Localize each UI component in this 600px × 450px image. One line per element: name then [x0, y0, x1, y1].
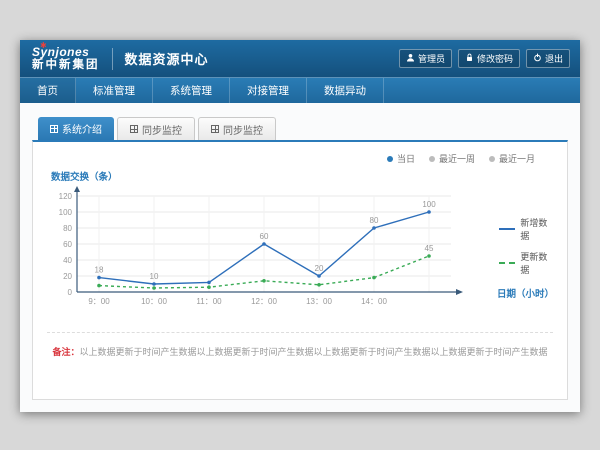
change-password-button[interactable]: 修改密码	[458, 49, 520, 68]
svg-text:60: 60	[260, 232, 269, 241]
footnote-prefix: 备注：	[52, 347, 79, 357]
nav-item-standard-mgmt[interactable]: 标准管理	[76, 78, 153, 103]
solid-line-icon	[499, 228, 515, 230]
chart-row: 0 20 40 60 80 100 120 9：00 10：00 11：00 12：00 13：00 1…	[47, 186, 553, 316]
legend-updated-data-label: 更新数据	[520, 250, 553, 276]
filter-last-month-label: 最近一月	[499, 152, 535, 165]
line-chart: 0 20 40 60 80 100 120 9：00 10：00 11：00 12：00 13：00 1…	[47, 186, 497, 316]
nav-item-data-change[interactable]: 数据异动	[307, 78, 384, 103]
svg-text:9：00: 9：00	[88, 297, 110, 306]
footnote: 备注：以上数据更新于时间产生数据以上数据更新于时间产生数据以上数据更新于时间产生…	[47, 332, 553, 358]
filter-today[interactable]: 当日	[387, 152, 415, 165]
svg-text:45: 45	[425, 244, 434, 253]
svg-text:20: 20	[315, 264, 324, 273]
grid-icon	[50, 125, 58, 133]
radio-dot-icon	[387, 156, 393, 162]
chart-legend: 新增数据 更新数据	[499, 216, 553, 276]
header-divider	[112, 48, 113, 70]
admin-button-label: 管理员	[418, 52, 445, 65]
svg-text:60: 60	[63, 240, 72, 249]
app-header: ✱ Synjones 新中新集团 数据资源中心 管理员 修改密码	[20, 40, 580, 77]
legend-updated-data[interactable]: 更新数据	[499, 250, 553, 276]
tab-system-intro[interactable]: 系统介绍	[38, 117, 114, 140]
svg-text:0: 0	[68, 288, 73, 297]
svg-text:10：00: 10：00	[141, 297, 167, 306]
main-nav: 首页 标准管理 系统管理 对接管理 数据异动	[20, 77, 580, 103]
tab-sync-monitor-1-label: 同步监控	[142, 122, 182, 137]
chart-side-column: 新增数据 更新数据 日期（小时）	[497, 186, 553, 316]
logout-button[interactable]: 退出	[526, 49, 570, 68]
radio-dot-icon	[489, 156, 495, 162]
lock-icon	[465, 53, 474, 64]
filter-today-label: 当日	[397, 152, 415, 165]
x-axis-title: 日期（小时）	[497, 286, 554, 300]
header-actions: 管理员 修改密码 退出	[399, 49, 570, 68]
admin-button[interactable]: 管理员	[399, 49, 452, 68]
radio-dot-icon	[429, 156, 435, 162]
time-range-filters: 当日 最近一周 最近一月	[47, 152, 535, 165]
nav-item-home[interactable]: 首页	[20, 78, 76, 103]
tab-sync-monitor-2[interactable]: 同步监控	[198, 117, 276, 140]
logo-star-icon: ✱	[40, 42, 47, 51]
grid-icon	[211, 125, 219, 133]
svg-text:12：00: 12：00	[251, 297, 277, 306]
footnote-text: 以上数据更新于时间产生数据以上数据更新于时间产生数据以上数据更新于时间产生数据以…	[80, 347, 548, 357]
brand-name-cn: 新中新集团	[32, 59, 100, 72]
legend-new-data[interactable]: 新增数据	[499, 216, 553, 242]
svg-text:80: 80	[370, 216, 379, 225]
tab-system-intro-label: 系统介绍	[62, 121, 102, 136]
legend-new-data-label: 新增数据	[520, 216, 553, 242]
nav-item-system-mgmt[interactable]: 系统管理	[153, 78, 230, 103]
svg-text:20: 20	[63, 272, 72, 281]
svg-text:11：00: 11：00	[196, 297, 222, 306]
nav-item-connect-mgmt[interactable]: 对接管理	[230, 78, 307, 103]
tab-sync-monitor-1[interactable]: 同步监控	[117, 117, 195, 140]
page-title: 数据资源中心	[125, 49, 209, 68]
dashed-line-icon	[499, 262, 515, 264]
svg-text:100: 100	[422, 200, 436, 209]
svg-text:80: 80	[63, 224, 72, 233]
change-password-label: 修改密码	[477, 52, 513, 65]
svg-text:18: 18	[95, 266, 104, 275]
svg-text:14：00: 14：00	[361, 297, 387, 306]
tab-sync-monitor-2-label: 同步监控	[223, 122, 263, 137]
filter-last-week-label: 最近一周	[439, 152, 475, 165]
svg-text:40: 40	[63, 256, 72, 265]
chart-panel: 当日 最近一周 最近一月 数据交换（条） 0 20 40 60 80 100 120 9：00…	[32, 140, 568, 400]
user-icon	[406, 53, 415, 64]
logout-label: 退出	[545, 52, 563, 65]
filter-last-week[interactable]: 最近一周	[429, 152, 475, 165]
content-area: 系统介绍 同步监控 同步监控 当日 最近一周	[20, 103, 580, 412]
tab-bar: 系统介绍 同步监控 同步监控	[32, 117, 568, 140]
brand-logo: ✱ Synjones 新中新集团	[30, 46, 100, 72]
grid-icon	[130, 125, 138, 133]
svg-text:100: 100	[59, 208, 73, 217]
svg-text:120: 120	[59, 192, 73, 201]
filter-last-month[interactable]: 最近一月	[489, 152, 535, 165]
svg-text:13：00: 13：00	[306, 297, 332, 306]
power-icon	[533, 53, 542, 64]
app-window: ✱ Synjones 新中新集团 数据资源中心 管理员 修改密码	[20, 40, 580, 412]
y-axis-title: 数据交换（条）	[51, 169, 553, 183]
svg-text:10: 10	[150, 272, 159, 281]
